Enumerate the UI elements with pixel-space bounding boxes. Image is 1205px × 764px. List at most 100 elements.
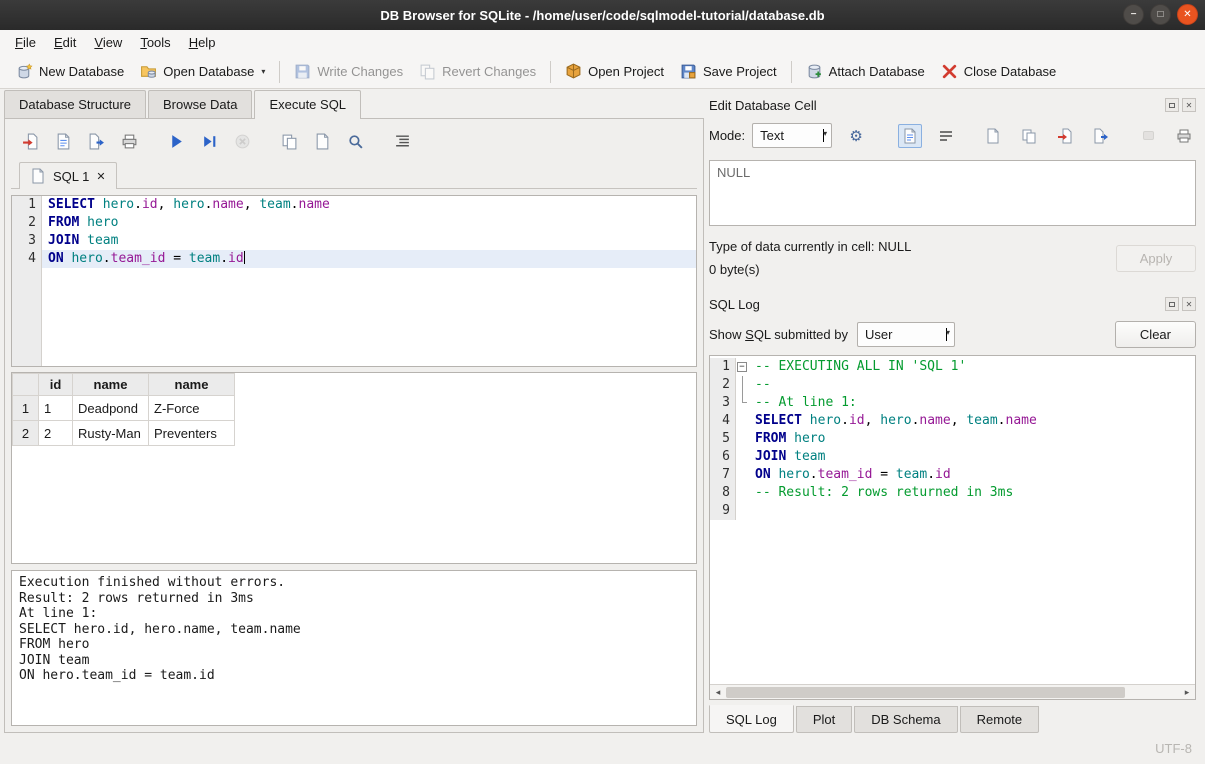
- auto-mode-button[interactable]: ⚙: [844, 124, 868, 148]
- import-cell-button[interactable]: [1053, 124, 1077, 148]
- attach-database-icon: [806, 63, 823, 80]
- save-sql-file-button[interactable]: [50, 128, 76, 154]
- line-number: 2: [12, 214, 42, 232]
- close-database-button[interactable]: Close Database: [935, 59, 1063, 84]
- save-sql-file-as-button[interactable]: [83, 128, 109, 154]
- sql-tab-label: SQL 1: [53, 169, 89, 184]
- log-line: 5 FROM hero: [710, 430, 1195, 448]
- print-cell-button[interactable]: [1172, 124, 1196, 148]
- export-results-button[interactable]: [276, 128, 302, 154]
- cell[interactable]: 2: [39, 421, 73, 446]
- open-database-dropdown-icon[interactable]: ▾: [261, 67, 265, 76]
- sql-log-view[interactable]: 1 − -- EXECUTING ALL IN 'SQL 1' 2 -- 3 -…: [709, 355, 1196, 700]
- minimize-button[interactable]: −: [1123, 4, 1144, 25]
- float-dock-icon[interactable]: [1165, 98, 1179, 112]
- close-tab-icon[interactable]: ✕: [96, 170, 105, 183]
- open-project-button[interactable]: Open Project: [559, 59, 670, 84]
- column-header-name[interactable]: name: [149, 374, 235, 396]
- edit-cell-dock-header[interactable]: Edit Database Cell ✕: [709, 95, 1196, 115]
- dock-tab-db-schema[interactable]: DB Schema: [854, 706, 957, 733]
- column-header-name[interactable]: name: [73, 374, 149, 396]
- dock-tab-plot[interactable]: Plot: [796, 706, 852, 733]
- save-results-button[interactable]: [309, 128, 335, 154]
- dock-tab-remote[interactable]: Remote: [960, 706, 1040, 733]
- menu-edit[interactable]: Edit: [45, 31, 85, 54]
- execute-current-line-button[interactable]: [196, 128, 222, 154]
- row-header[interactable]: 2: [13, 421, 39, 446]
- print-sql-button[interactable]: [116, 128, 142, 154]
- menu-tools[interactable]: Tools: [131, 31, 179, 54]
- scroll-right-icon[interactable]: ▸: [1179, 685, 1195, 699]
- text-view-button[interactable]: [898, 124, 922, 148]
- cell[interactable]: Z-Force: [149, 396, 235, 421]
- execute-all-button[interactable]: [163, 128, 189, 154]
- submitted-by-select[interactable]: User ▾: [857, 322, 955, 347]
- close-button[interactable]: ✕: [1177, 4, 1198, 25]
- open-file-button[interactable]: [981, 124, 1005, 148]
- grid-corner[interactable]: [13, 374, 39, 396]
- tab-database-structure[interactable]: Database Structure: [4, 90, 146, 118]
- edit-cell-title: Edit Database Cell: [709, 98, 1165, 113]
- editor-line: 3 JOIN team: [12, 232, 696, 250]
- cell[interactable]: Deadpond: [73, 396, 149, 421]
- encoding-indicator[interactable]: UTF-8: [1155, 741, 1192, 756]
- sql-subtab-bar: SQL 1 ✕: [11, 159, 697, 189]
- horizontal-scrollbar[interactable]: ◂ ▸: [710, 684, 1195, 699]
- scroll-left-icon[interactable]: ◂: [710, 685, 726, 699]
- code-text[interactable]: JOIN team: [42, 232, 696, 250]
- close-dock-icon[interactable]: ✕: [1182, 297, 1196, 311]
- tab-execute-sql[interactable]: Execute SQL: [254, 90, 361, 119]
- toolbar-separator: [550, 61, 551, 83]
- import-icon: [1057, 128, 1073, 144]
- word-wrap-button[interactable]: [934, 124, 958, 148]
- save-project-button[interactable]: Save Project: [674, 59, 783, 84]
- sql-log-dock-header[interactable]: SQL Log ✕: [709, 294, 1196, 314]
- dock-tab-sql-log[interactable]: SQL Log: [709, 705, 794, 733]
- copy-cell-button[interactable]: [1017, 124, 1041, 148]
- cell[interactable]: Preventers: [149, 421, 235, 446]
- format-sql-button[interactable]: [389, 128, 415, 154]
- tab-browse-data[interactable]: Browse Data: [148, 90, 252, 118]
- float-dock-icon[interactable]: [1165, 297, 1179, 311]
- titlebar[interactable]: DB Browser for SQLite - /home/user/code/…: [0, 0, 1205, 30]
- maximize-button[interactable]: □: [1150, 4, 1171, 25]
- code-text[interactable]: ON hero.team_id = team.id: [42, 250, 696, 268]
- editor-empty-area[interactable]: [12, 268, 696, 366]
- results-header-row: id name name: [13, 374, 235, 396]
- results-grid[interactable]: id name name 1 1 Deadpond Z-Force 2: [11, 372, 697, 564]
- table-row: 1 1 Deadpond Z-Force: [13, 396, 235, 421]
- menu-file[interactable]: File: [6, 31, 45, 54]
- code-text[interactable]: SELECT hero.id, hero.name, team.name: [42, 196, 696, 214]
- mode-select[interactable]: Text ▾: [752, 123, 832, 148]
- log-line: 8 -- Result: 2 rows returned in 3ms: [710, 484, 1195, 502]
- open-database-button[interactable]: Open Database ▾: [134, 59, 271, 84]
- fold-collapse-icon[interactable]: −: [737, 362, 747, 372]
- export-cell-button[interactable]: [1089, 124, 1113, 148]
- dock-tabbar: SQL Log Plot DB Schema Remote: [709, 706, 1196, 733]
- cell[interactable]: 1: [39, 396, 73, 421]
- find-replace-button[interactable]: [342, 128, 368, 154]
- chevron-down-icon: ▾: [823, 129, 824, 142]
- new-database-button[interactable]: New Database: [10, 59, 130, 84]
- row-header[interactable]: 1: [13, 396, 39, 421]
- open-database-icon: [140, 63, 157, 80]
- column-header-id[interactable]: id: [39, 374, 73, 396]
- code-text[interactable]: FROM hero: [42, 214, 696, 232]
- revert-changes-button: Revert Changes: [413, 59, 542, 84]
- attach-database-button[interactable]: Attach Database: [800, 59, 931, 84]
- editor-line: 2 FROM hero: [12, 214, 696, 232]
- sql-editor[interactable]: 1 SELECT hero.id, hero.name, team.name 2…: [11, 195, 697, 367]
- scrollbar-thumb[interactable]: [726, 687, 1125, 698]
- menu-help[interactable]: Help: [180, 31, 225, 54]
- execute-sql-pane: SQL 1 ✕ 1 SELECT hero.id, hero.name, tea…: [4, 119, 704, 733]
- cell-editor[interactable]: NULL: [709, 160, 1196, 226]
- cell[interactable]: Rusty-Man: [73, 421, 149, 446]
- stop-execution-button: [229, 128, 255, 154]
- close-dock-icon[interactable]: ✕: [1182, 98, 1196, 112]
- open-sql-file-button[interactable]: [17, 128, 43, 154]
- menu-view[interactable]: View: [85, 31, 131, 54]
- clear-log-button[interactable]: Clear: [1115, 321, 1196, 348]
- execute-all-icon: [168, 133, 185, 150]
- cell-mode-row: Mode: Text ▾ ⚙: [709, 123, 1196, 148]
- sql-1-tab[interactable]: SQL 1 ✕: [19, 162, 117, 189]
